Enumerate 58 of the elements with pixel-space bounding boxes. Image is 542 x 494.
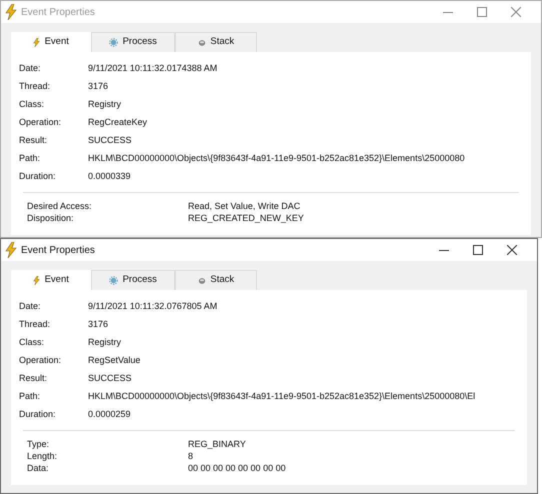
property-value: 0.0000259 <box>88 408 131 422</box>
property-label: Class: <box>19 336 46 350</box>
close-icon <box>511 7 521 17</box>
property-label: Result: <box>19 372 48 386</box>
gear-icon <box>109 38 118 47</box>
detail-label: Disposition: <box>27 212 75 226</box>
property-value: 3176 <box>88 80 108 94</box>
property-value: SUCCESS <box>88 372 132 386</box>
maximize-icon <box>473 245 483 255</box>
property-label: Thread: <box>19 318 52 332</box>
detail-value: REG_BINARY <box>188 438 246 452</box>
detail-value: 8 <box>188 450 194 464</box>
property-value: HKLM\BCD00000000\Objects\{9f83643f-4a91-11e9-9501-b252ac81e352}\Elements\25000080\El <box>88 390 476 404</box>
window-title: Event Properties <box>21 244 96 258</box>
lightning-icon <box>5 4 17 20</box>
property-value: RegCreateKey <box>88 116 148 130</box>
property-label: Operation: <box>19 116 62 130</box>
property-label: Operation: <box>19 354 62 368</box>
property-value: 9/11/2021 10:11:32.0767805 AM <box>88 300 218 314</box>
property-value: 9/11/2021 10:11:32.0174388 AM <box>88 62 218 76</box>
property-label: Duration: <box>19 408 57 422</box>
property-value: 0.0000339 <box>88 170 131 184</box>
property-value: RegSetValue <box>88 354 140 368</box>
property-label: Result: <box>19 134 48 148</box>
maximize-icon <box>477 7 487 17</box>
property-value: 3176 <box>88 318 108 332</box>
property-label: Date: <box>19 300 42 314</box>
property-label: Class: <box>19 98 46 112</box>
tab[interactable]: Stack <box>175 270 257 290</box>
property-value: HKLM\BCD00000000\Objects\{9f83643f-4a91-11e9-9501-b252ac81e352}\Elements\25000080 <box>88 152 465 166</box>
property-value: Registry <box>88 336 122 350</box>
disc-icon <box>198 38 206 46</box>
detail-value: 00 00 00 00 00 00 00 00 <box>188 462 286 476</box>
detail-value: REG_CREATED_NEW_KEY <box>188 212 304 226</box>
detail-label: Data: <box>27 462 50 476</box>
detail-label: Type: <box>27 438 50 452</box>
lightning-icon <box>5 242 17 258</box>
tab[interactable]: Process <box>91 32 175 52</box>
lightning-icon <box>33 276 40 285</box>
window-title: Event Properties <box>21 6 96 20</box>
property-label: Duration: <box>19 170 57 184</box>
property-label: Date: <box>19 62 42 76</box>
detail-label: Length: <box>27 450 58 464</box>
detail-label: Desired Access: <box>27 200 93 214</box>
property-value: Registry <box>88 98 122 112</box>
property-value: SUCCESS <box>88 134 132 148</box>
tab[interactable]: Stack <box>175 32 257 52</box>
property-label: Thread: <box>19 80 52 94</box>
property-label: Path: <box>19 390 42 404</box>
tab[interactable]: Event <box>11 32 91 52</box>
gear-icon <box>109 276 118 285</box>
property-label: Path: <box>19 152 42 166</box>
disc-icon <box>198 276 206 284</box>
close-icon <box>507 245 517 255</box>
lightning-icon <box>33 38 40 47</box>
tab[interactable]: Process <box>91 270 175 290</box>
tab[interactable]: Event <box>11 270 91 290</box>
detail-value: Read, Set Value, Write DAC <box>188 200 300 214</box>
